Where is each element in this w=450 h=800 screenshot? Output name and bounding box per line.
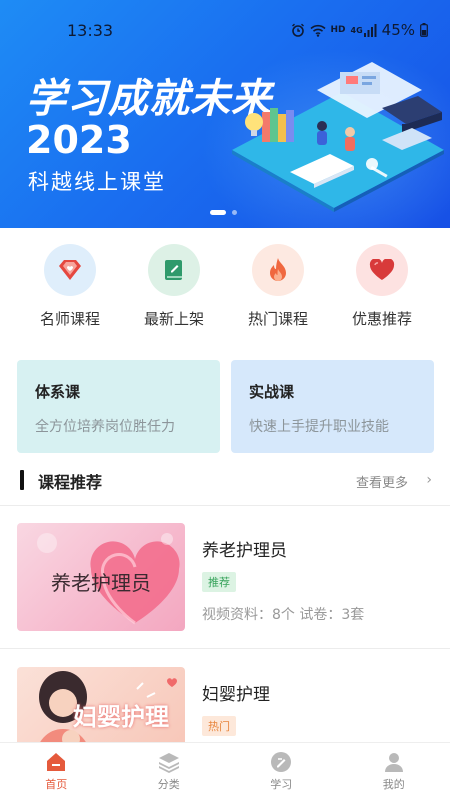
category-label: 热门课程 (247, 310, 308, 328)
network-type-label: HD (330, 25, 346, 35)
status-icons: HD 4G 45% (291, 21, 429, 39)
signal-icon (363, 23, 377, 37)
tab-study[interactable]: 学习 (225, 743, 338, 800)
thumbnail-caption: 妇婴护理 (73, 703, 169, 731)
bottom-tab-bar: 首页 分类 学习 我的 (0, 742, 450, 800)
tab-label: 首页 (45, 778, 68, 791)
hero-banner[interactable]: 13:33 HD 4G 45% 学习成就未来 2023 科越线上课堂 (0, 0, 450, 228)
study-icon (271, 752, 292, 772)
course-recommend-header: 课程推荐 查看更多 › (0, 466, 450, 496)
signal-type-label: 4G (350, 25, 363, 35)
category-hot-courses[interactable]: 热门课程 (226, 244, 330, 334)
status-bar: 13:33 HD 4G 45% (0, 0, 450, 60)
card-subtitle: 全方位培养岗位胜任力 (35, 419, 175, 435)
battery-percent: 45% (381, 21, 415, 39)
banner-year: 2023 (26, 118, 132, 162)
category-famous-teachers[interactable]: 名师课程 (18, 244, 122, 334)
category-icon-bg (44, 244, 96, 296)
category-shortcuts: 名师课程 最新上架 热门课程 优惠推荐 (0, 244, 450, 334)
category-discount-picks[interactable]: 优惠推荐 (330, 244, 434, 334)
wifi-icon (309, 24, 326, 37)
course-thumbnail: 养老护理员 (17, 523, 185, 631)
tab-label: 分类 (157, 778, 180, 791)
carousel-dot-active[interactable] (210, 210, 226, 215)
book-pen-icon (165, 260, 182, 280)
tab-mine[interactable]: 我的 (338, 743, 450, 800)
chevron-right-icon[interactable]: › (426, 472, 432, 488)
banner-subtitle: 科越线上课堂 (28, 170, 166, 194)
course-name: 养老护理员 (202, 541, 287, 561)
category-label: 名师课程 (39, 310, 100, 328)
user-icon (384, 753, 403, 772)
system-course-card[interactable]: 体系课 全方位培养岗位胜任力 (17, 360, 220, 453)
thumbnail-caption: 养老护理员 (51, 571, 151, 595)
divider (0, 505, 450, 506)
layers-icon (158, 753, 179, 773)
tab-label: 学习 (270, 778, 293, 791)
view-more-link[interactable]: 查看更多 (356, 472, 408, 491)
tab-category[interactable]: 分类 (113, 743, 226, 800)
diamond-heart-icon (59, 260, 81, 280)
alarm-icon (291, 23, 304, 37)
practical-course-card[interactable]: 实战课 快速上手提升职业技能 (231, 360, 434, 453)
course-name: 妇婴护理 (202, 685, 270, 705)
card-title: 实战课 (249, 383, 295, 401)
course-tag: 推荐 (202, 572, 236, 592)
category-new-arrivals[interactable]: 最新上架 (122, 244, 226, 334)
course-tag: 热门 (202, 716, 236, 736)
isometric-study-illustration (232, 62, 444, 212)
heart-icon (369, 259, 395, 280)
category-icon-bg (252, 244, 304, 296)
category-label: 优惠推荐 (351, 310, 412, 328)
battery-icon (420, 23, 428, 37)
carousel-indicator[interactable] (210, 210, 237, 215)
section-accent-bar (20, 470, 24, 490)
course-item[interactable]: 养老护理员 养老护理员 推荐 视频资料：8个 试卷：3套 (0, 520, 450, 650)
divider (0, 648, 450, 649)
carousel-dot[interactable] (232, 210, 237, 215)
tab-home[interactable]: 首页 (0, 743, 113, 800)
card-title: 体系课 (35, 383, 81, 401)
category-icon-bg (356, 244, 408, 296)
course-meta: 视频资料：8个 试卷：3套 (202, 607, 365, 623)
status-time: 13:33 (67, 21, 114, 40)
home-icon (47, 753, 66, 771)
category-icon-bg (148, 244, 200, 296)
tab-label: 我的 (382, 778, 405, 791)
flame-icon (270, 258, 286, 281)
card-subtitle: 快速上手提升职业技能 (249, 419, 389, 435)
section-title: 课程推荐 (38, 473, 103, 492)
category-label: 最新上架 (143, 310, 204, 328)
